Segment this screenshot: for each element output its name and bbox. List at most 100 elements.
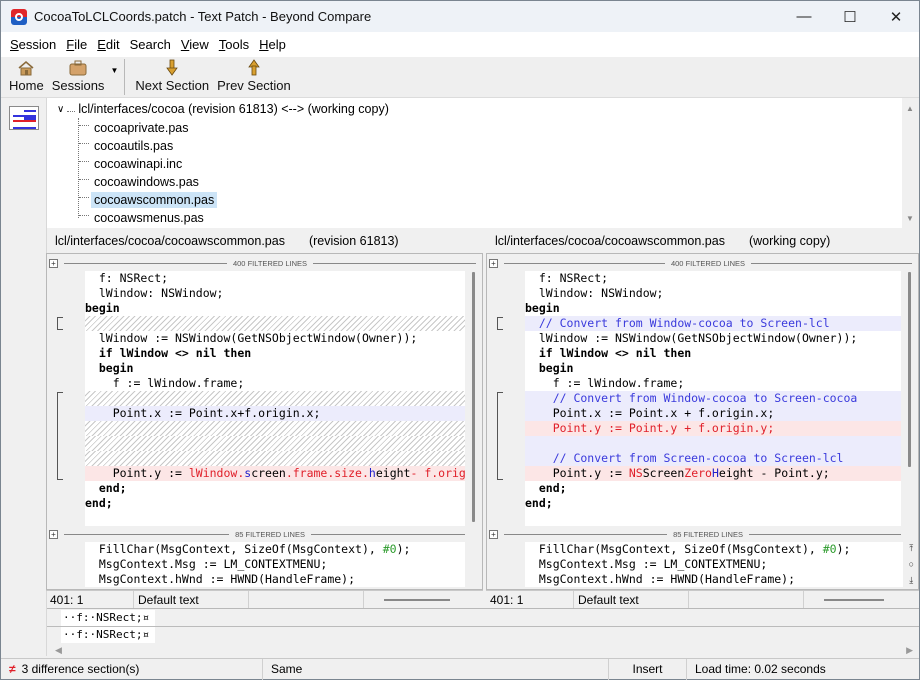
- next-section-button[interactable]: Next Section: [131, 58, 213, 97]
- code-line[interactable]: lWindow := NSWindow(GetNSObjectWindow(Ow…: [85, 331, 465, 346]
- home-button[interactable]: Home: [5, 58, 48, 97]
- tree-item-label: cocoawinapi.inc: [94, 157, 183, 171]
- code-line[interactable]: begin: [85, 361, 465, 376]
- code-line[interactable]: Point.y := lWindow.screen.frame.size.hei…: [85, 466, 465, 481]
- current-diff-icon[interactable]: ○: [909, 556, 914, 572]
- tree-item[interactable]: cocoawindows.pas: [79, 173, 202, 191]
- code-line[interactable]: MsgContext.hWnd := HWND(HandleFrame);: [525, 572, 903, 587]
- code-line[interactable]: end;: [85, 496, 465, 511]
- code-line[interactable]: Point.x := Point.x+f.origin.x;: [85, 406, 465, 421]
- code-line[interactable]: begin: [525, 361, 903, 376]
- right-text-pane[interactable]: + 400 FILTERED LINES f: NSRect; lWindow:…: [486, 253, 919, 590]
- tree-root[interactable]: ∨ lcl/interfaces/cocoa (revision 61813) …: [57, 102, 389, 116]
- left-vertical-scrollbar[interactable]: [465, 270, 482, 540]
- code-line[interactable]: begin: [85, 301, 465, 316]
- code-line[interactable]: lWindow := NSWindow(GetNSObjectWindow(Ow…: [525, 331, 903, 346]
- expand-plus-icon[interactable]: +: [49, 529, 58, 539]
- filter-divider: [310, 533, 477, 535]
- menu-file[interactable]: File: [61, 37, 92, 52]
- code-line[interactable]: f := lWindow.frame;: [85, 376, 465, 391]
- status-slider[interactable]: [364, 591, 479, 609]
- filtered-lines-row[interactable]: + 85 FILTERED LINES: [487, 526, 918, 542]
- scrollbar-thumb[interactable]: [472, 272, 475, 522]
- tree-item[interactable]: cocoautils.pas: [79, 137, 176, 155]
- detail-horizontal-scrollbar[interactable]: ◀ ▶: [47, 643, 919, 659]
- code-line[interactable]: Point.x := Point.x + f.origin.x;: [525, 406, 903, 421]
- code-line[interactable]: FillChar(MsgContext, SizeOf(MsgContext),…: [525, 542, 903, 557]
- code-line[interactable]: // Convert from Screen-cocoa to Screen-l…: [525, 451, 903, 466]
- filter-divider: [504, 533, 668, 535]
- code-line[interactable]: MsgContext.Msg := LM_CONTEXTMENU;: [85, 557, 465, 572]
- code-line[interactable]: f: NSRect;: [85, 271, 465, 286]
- right-vertical-scrollbar[interactable]: [901, 270, 918, 542]
- missing-line-placeholder[interactable]: [85, 451, 465, 466]
- next-diff-icon[interactable]: ⤓: [909, 572, 914, 588]
- code-line[interactable]: Point.y := NSScreenZeroHeight - Point.y;: [525, 466, 903, 481]
- close-button[interactable]: ✕: [873, 1, 919, 32]
- code-line[interactable]: if lWindow <> nil then: [85, 346, 465, 361]
- code-line[interactable]: FillChar(MsgContext, SizeOf(MsgContext),…: [85, 542, 465, 557]
- code-line[interactable]: MsgContext.Msg := LM_CONTEXTMENU;: [525, 557, 903, 572]
- prev-section-button[interactable]: Prev Section: [213, 58, 295, 97]
- filtered-lines-row[interactable]: + 85 FILTERED LINES: [47, 526, 482, 542]
- missing-line-placeholder[interactable]: [85, 316, 465, 331]
- menu-tools[interactable]: Tools: [214, 37, 254, 52]
- code-line[interactable]: [525, 511, 903, 526]
- right-code-block: FillChar(MsgContext, SizeOf(MsgContext),…: [525, 542, 903, 587]
- text-format[interactable]: Default text: [574, 590, 689, 609]
- code-line[interactable]: end;: [85, 481, 465, 496]
- scroll-right-icon[interactable]: ▶: [906, 645, 913, 656]
- filtered-lines-row[interactable]: + 400 FILTERED LINES: [47, 255, 482, 271]
- left-text-pane[interactable]: + 400 FILTERED LINES f: NSRect; lWindow:…: [46, 253, 483, 590]
- missing-line-placeholder[interactable]: [85, 391, 465, 406]
- code-line[interactable]: begin: [525, 301, 903, 316]
- code-line[interactable]: MsgContext.hWnd := HWND(HandleFrame);: [85, 572, 465, 587]
- code-line[interactable]: f := lWindow.frame;: [525, 376, 903, 391]
- missing-line-placeholder[interactable]: [85, 421, 465, 436]
- maximize-button[interactable]: ☐: [827, 1, 873, 32]
- code-line[interactable]: // Convert from Window-cocoa to Screen-c…: [525, 391, 903, 406]
- tree-item-selected[interactable]: cocoawscommon.pas: [79, 191, 218, 209]
- close-icon: ✕: [889, 8, 903, 26]
- code-line[interactable]: Point.y := Point.y + f.origin.y;: [525, 421, 903, 436]
- tree-item[interactable]: cocoawsmenus.pas: [79, 209, 207, 227]
- scrollbar-thumb[interactable]: [908, 272, 911, 467]
- expand-plus-icon[interactable]: +: [49, 258, 58, 268]
- code-line[interactable]: end;: [525, 481, 903, 496]
- filtered-lines-row[interactable]: + 400 FILTERED LINES: [487, 255, 918, 271]
- sessions-button[interactable]: Sessions: [48, 58, 109, 97]
- status-slider[interactable]: [804, 591, 914, 609]
- missing-line-placeholder[interactable]: [85, 436, 465, 451]
- diff-overview-thumbnail[interactable]: [9, 106, 39, 130]
- scroll-up-icon[interactable]: ▲: [906, 104, 914, 113]
- code-line[interactable]: [525, 436, 903, 451]
- minimize-button[interactable]: —: [781, 1, 827, 32]
- expand-plus-icon[interactable]: +: [489, 258, 498, 268]
- tree-item[interactable]: cocoawinapi.inc: [79, 155, 185, 173]
- left-file-path: lcl/interfaces/cocoa/cocoawscommon.pas: [55, 234, 285, 248]
- sessions-dropdown-icon[interactable]: ▼: [110, 66, 118, 75]
- right-file-path: lcl/interfaces/cocoa/cocoawscommon.pas: [495, 234, 725, 248]
- filtered-lines-label: 400 FILTERED LINES: [670, 258, 746, 268]
- scroll-left-icon[interactable]: ◀: [55, 645, 62, 656]
- menu-session[interactable]: Session: [5, 37, 61, 52]
- menu-search[interactable]: Search: [125, 37, 176, 52]
- tree-scrollbar[interactable]: ▲ ▼: [902, 98, 919, 228]
- text-format[interactable]: Default text: [134, 590, 249, 609]
- prev-diff-icon[interactable]: ⤒: [909, 540, 914, 556]
- scroll-down-icon[interactable]: ▼: [906, 214, 914, 223]
- code-line[interactable]: f: NSRect;: [525, 271, 903, 286]
- tree-item[interactable]: cocoaprivate.pas: [79, 119, 192, 137]
- code-line[interactable]: end;: [525, 496, 903, 511]
- chevron-down-icon[interactable]: ∨: [57, 104, 64, 115]
- code-line[interactable]: if lWindow <> nil then: [525, 346, 903, 361]
- menu-help[interactable]: Help: [254, 37, 291, 52]
- code-line[interactable]: [85, 511, 465, 526]
- code-line[interactable]: // Convert from Window-cocoa to Screen-l…: [525, 316, 903, 331]
- code-line[interactable]: lWindow: NSWindow;: [525, 286, 903, 301]
- menu-view[interactable]: View: [176, 37, 214, 52]
- expand-plus-icon[interactable]: +: [489, 529, 498, 539]
- code-line[interactable]: lWindow: NSWindow;: [85, 286, 465, 301]
- left-file-header: lcl/interfaces/cocoa/cocoawscommon.pas (…: [55, 230, 399, 252]
- menu-edit[interactable]: Edit: [92, 37, 124, 52]
